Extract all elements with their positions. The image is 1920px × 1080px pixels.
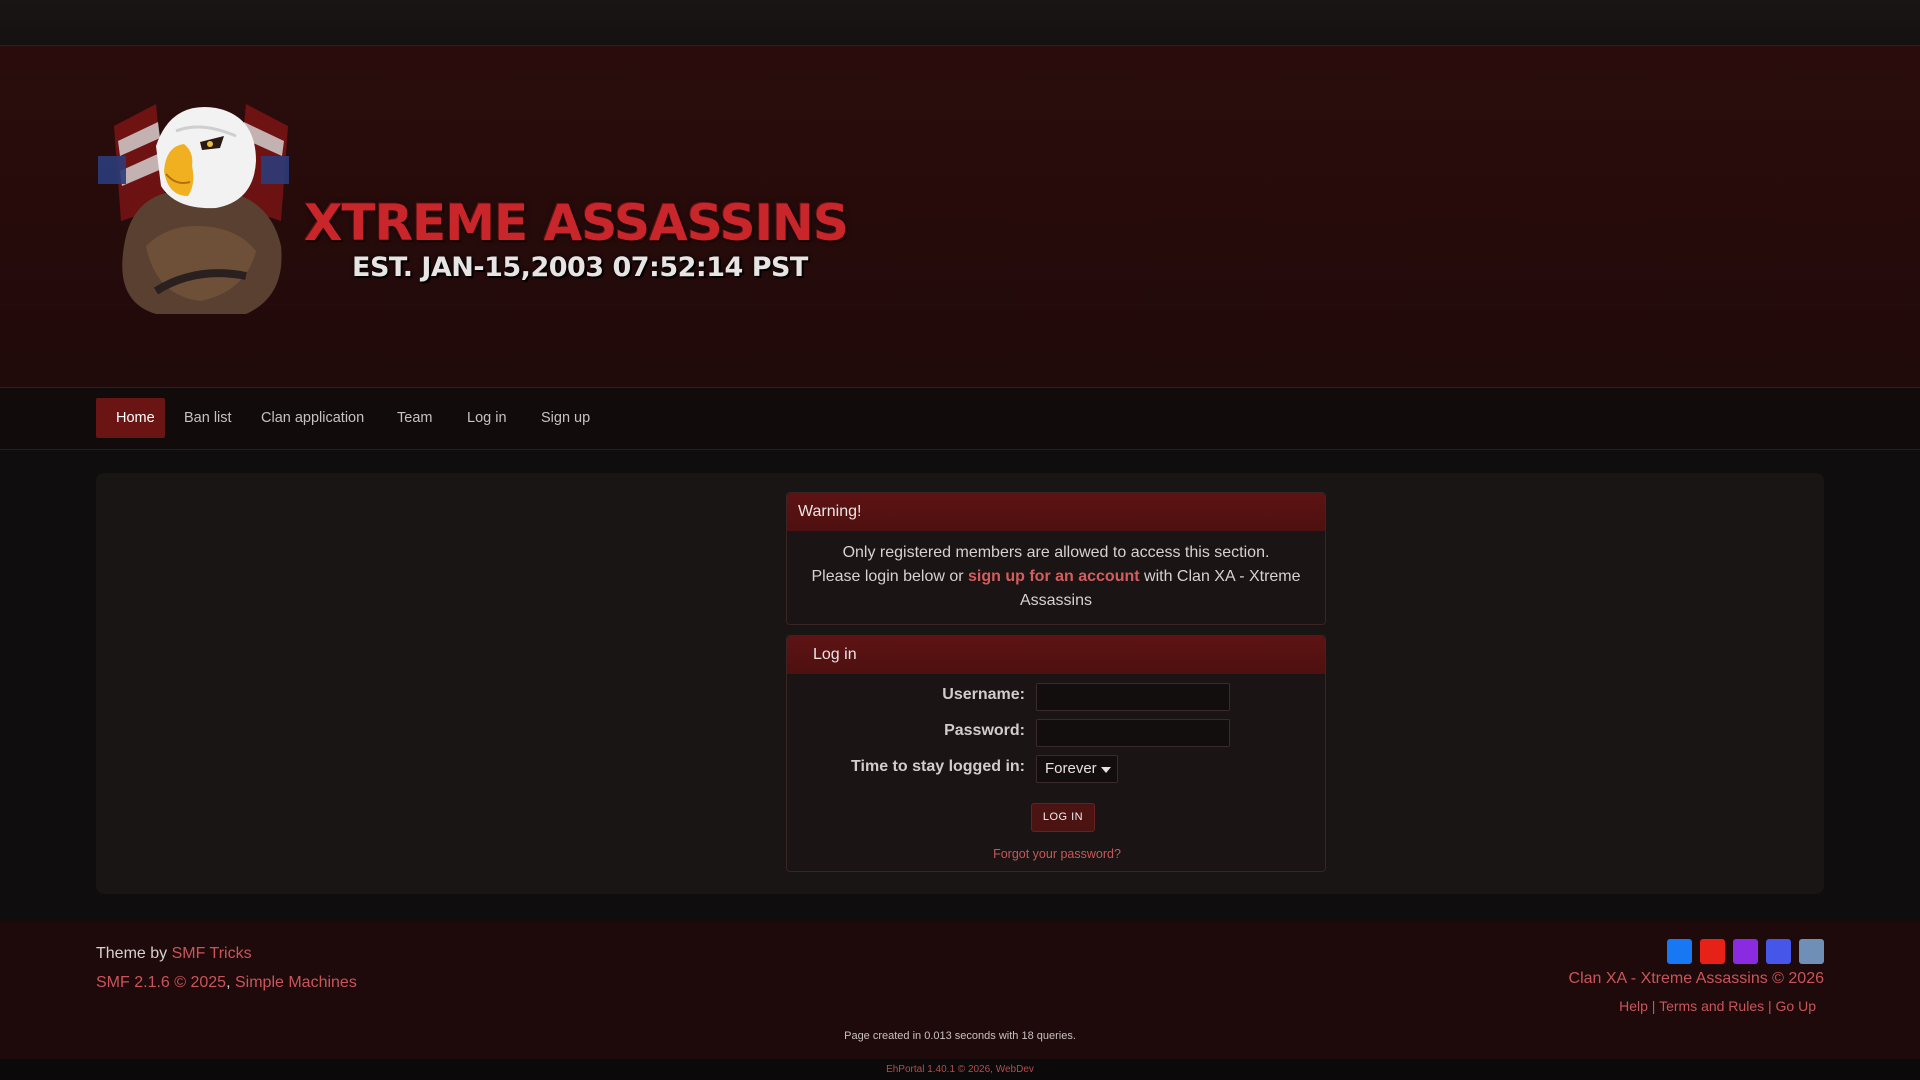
smf-tricks-link[interactable]: SMF Tricks <box>172 945 252 962</box>
smf-credit: SMF 2.1.6 © 2025, Simple Machines <box>96 974 357 992</box>
help-link[interactable]: Help <box>1619 998 1648 1014</box>
stay-logged-row: Time to stay logged in: Forever <box>787 755 1327 785</box>
main-nav: Home Ban list Clan application Team Log … <box>0 388 1920 450</box>
footer-links: Help | Terms and Rules | Go Up <box>1619 998 1816 1014</box>
warning-message: Only registered members are allowed to a… <box>787 531 1325 621</box>
footer-sep: | <box>1768 998 1772 1014</box>
nav-clan-application[interactable]: Clan application <box>261 398 364 438</box>
nav-home[interactable]: Home <box>96 398 165 438</box>
go-up-link[interactable]: Go Up <box>1776 998 1816 1014</box>
top-bar <box>0 0 1920 46</box>
content-panel: Warning! Only registered members are all… <box>96 473 1824 894</box>
warning-line-2: Please login below or sign up for an acc… <box>803 565 1309 613</box>
warning-box: Warning! Only registered members are all… <box>786 492 1326 625</box>
logo-subtitle: EST. JAN-15,2003 07:52:14 PST <box>352 252 808 283</box>
login-box: Log in Username: Password: Time to stay … <box>786 635 1326 872</box>
stay-logged-value: Forever <box>1045 760 1097 777</box>
simple-machines-link[interactable]: Simple Machines <box>235 974 357 991</box>
username-input[interactable] <box>1036 683 1230 711</box>
site-copyright: Clan XA - Xtreme Assassins © 2026 <box>1568 970 1824 987</box>
warning-title: Warning! <box>787 493 1325 531</box>
page-stats: Page created in 0.013 seconds with 18 qu… <box>844 1030 1076 1042</box>
nav-ban-list[interactable]: Ban list <box>184 398 232 438</box>
nav-sign-up[interactable]: Sign up <box>541 398 590 438</box>
password-row: Password: <box>787 719 1327 749</box>
chevron-down-icon <box>1101 767 1111 773</box>
smf-version-link[interactable]: SMF 2.1.6 © 2025 <box>96 974 226 991</box>
portal-credit[interactable]: EhPortal 1.40.1 © 2026, WebDev <box>0 1059 1920 1080</box>
password-label: Password: <box>944 722 1025 739</box>
username-label: Username: <box>942 686 1025 703</box>
footer-sep: | <box>1651 998 1656 1014</box>
site-logo[interactable]: XTREME ASSASSINS EST. JAN-15,2003 07:52:… <box>96 86 849 316</box>
warning-line-2-pre: Please login below or <box>811 568 964 585</box>
smf-separator: , <box>226 974 231 991</box>
password-input[interactable] <box>1036 719 1230 747</box>
login-button[interactable]: LOG IN <box>1031 803 1095 832</box>
discord-icon[interactable] <box>1766 939 1791 964</box>
eagle-emblem-icon <box>98 104 289 314</box>
theme-by-label: Theme by <box>96 945 168 962</box>
stay-logged-select[interactable]: Forever <box>1036 755 1118 783</box>
theme-credit: Theme by SMF Tricks <box>96 945 252 963</box>
logo-title: XTREME ASSASSINS <box>304 194 849 252</box>
sign-up-link[interactable]: sign up for an account <box>968 568 1140 585</box>
username-row: Username: <box>787 683 1327 713</box>
facebook-icon[interactable] <box>1667 939 1692 964</box>
forgot-password-link[interactable]: Forgot your password? <box>787 847 1327 861</box>
terms-link[interactable]: Terms and Rules <box>1659 998 1764 1014</box>
warning-line-1: Only registered members are allowed to a… <box>842 544 1270 561</box>
nav-team[interactable]: Team <box>397 398 432 438</box>
nav-log-in[interactable]: Log in <box>467 398 507 438</box>
login-title: Log in <box>787 636 1325 674</box>
site-header: XTREME ASSASSINS EST. JAN-15,2003 07:52:… <box>0 46 1920 388</box>
youtube-icon[interactable] <box>1700 939 1725 964</box>
footer: Theme by SMF Tricks SMF 2.1.6 © 2025, Si… <box>0 922 1920 1059</box>
stay-logged-label: Time to stay logged in: <box>851 758 1025 775</box>
steam-icon[interactable] <box>1799 939 1824 964</box>
twitch-icon[interactable] <box>1733 939 1758 964</box>
